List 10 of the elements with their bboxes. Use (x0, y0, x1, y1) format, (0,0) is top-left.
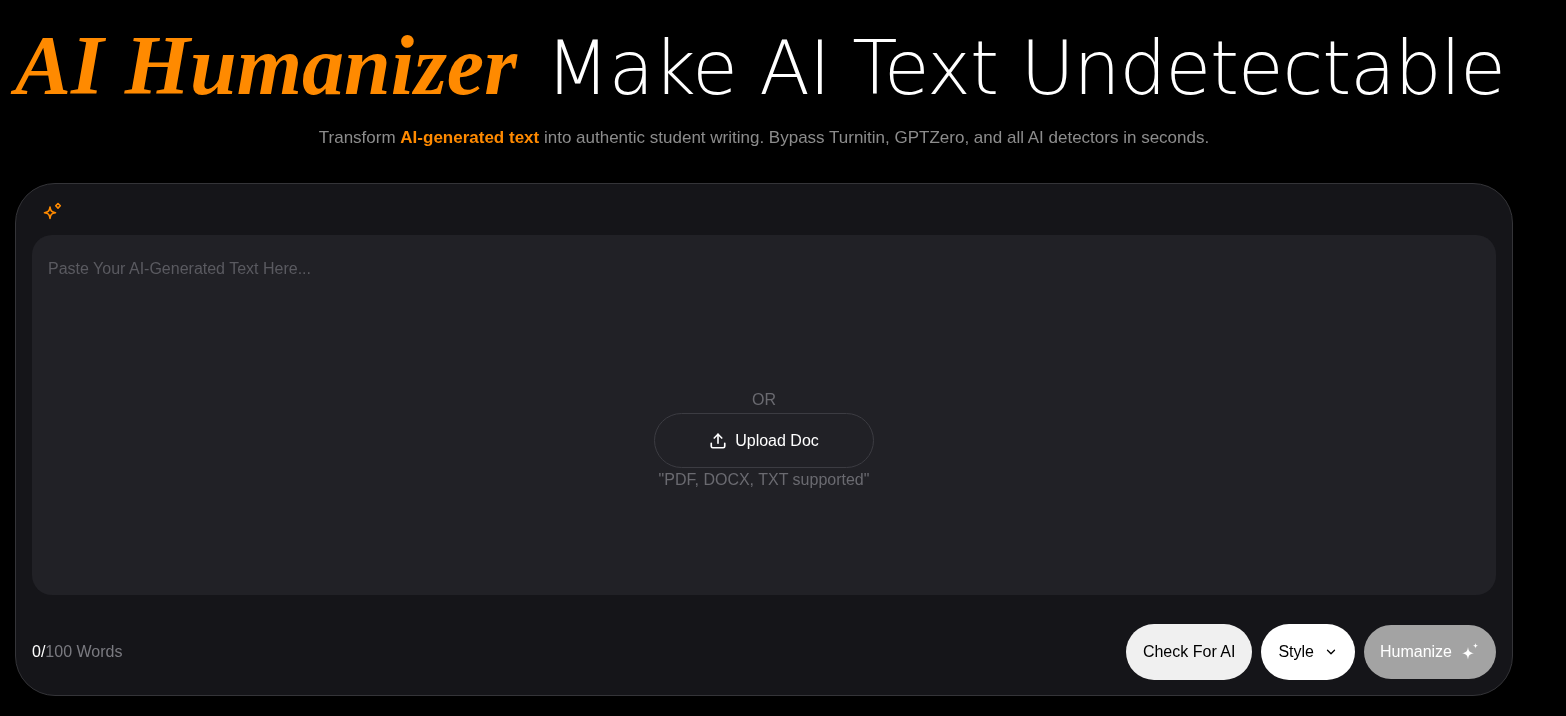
title-accent: AI Humanizer (9, 16, 527, 116)
check-ai-button[interactable]: Check For AI (1125, 624, 1253, 680)
or-divider-text: OR (752, 390, 776, 410)
style-dropdown[interactable]: Style (1261, 624, 1355, 680)
subtitle: Transform AI-generated text into authentic student writing. Bypass Turnitin, GPTZero, and all AI detectors in seconds. (318, 128, 1210, 148)
word-count: 0/100 Words (32, 642, 123, 662)
upload-icon (709, 431, 728, 450)
title-text: Make AI Text Undetectable (545, 24, 1505, 113)
upload-hint: "PDF, DOCX, TXT supported" (658, 470, 870, 490)
upload-doc-button[interactable]: Upload Doc (654, 413, 874, 468)
